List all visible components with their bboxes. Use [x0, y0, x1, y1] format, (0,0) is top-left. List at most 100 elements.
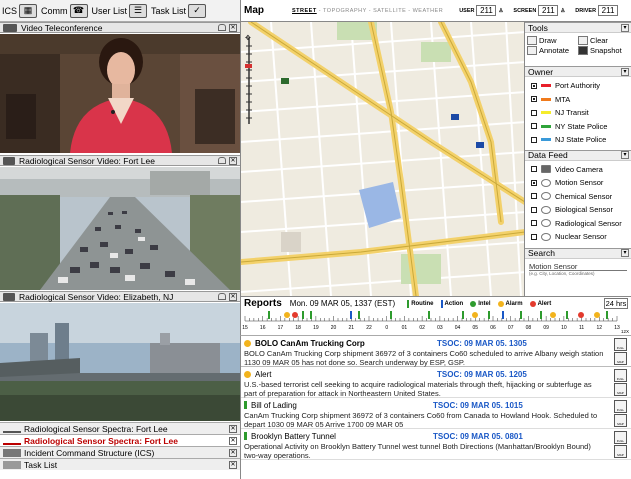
timeline-hour-label: 02 — [419, 325, 425, 331]
legend-alert[interactable]: Alert — [529, 300, 552, 307]
screen-field-value[interactable]: 211 — [538, 5, 559, 16]
draw-tool[interactable]: Draw — [527, 36, 578, 45]
chevron-down-icon[interactable]: ▾ — [621, 151, 629, 159]
chevron-down-icon[interactable]: ▾ — [621, 249, 629, 257]
close-icon[interactable]: ✕ — [229, 460, 237, 469]
task-list-item[interactable]: Task List ✕ — [0, 458, 240, 470]
fort-lee-video-frame — [0, 167, 240, 290]
feed-item[interactable]: Chemical Sensor — [525, 190, 631, 204]
lock-icon[interactable] — [218, 156, 226, 164]
owner-checkbox[interactable] — [531, 109, 537, 116]
hours-select[interactable]: 24 hrs — [604, 298, 628, 309]
report-item[interactable]: Bill of Lading TSOC: 09 MAR 05. 1015 Can… — [241, 398, 631, 429]
legend-action[interactable]: Action — [440, 299, 463, 308]
spectra-fort-lee-item-active[interactable]: Radiological Sensor Spectra: Fort Lee ✕ — [0, 434, 240, 446]
feed-item[interactable]: Biological Sensor — [525, 203, 631, 217]
legend-routine[interactable]: Routine — [407, 299, 434, 308]
owner-item[interactable]: MTA — [525, 93, 631, 107]
feed-checkbox[interactable] — [531, 220, 537, 227]
clear-tool[interactable]: Clear — [578, 36, 629, 45]
owner-checkbox[interactable] — [531, 96, 537, 103]
owner-header[interactable]: Owner ▾ — [525, 66, 631, 77]
map-type-street[interactable]: STREET — [292, 8, 317, 14]
legend-alarm[interactable]: Alarm — [497, 300, 523, 307]
map-type-topography[interactable]: TOPOGRAPHY — [323, 8, 367, 14]
feed-checkbox[interactable] — [531, 193, 537, 200]
comm-button[interactable]: Comm ☎ — [41, 3, 88, 18]
chevron-down-icon[interactable]: ▾ — [621, 23, 629, 32]
teleconference-video[interactable] — [0, 34, 240, 153]
feed-item[interactable]: Nuclear Sensor — [525, 230, 631, 244]
owner-checkbox[interactable] — [531, 136, 537, 143]
map-type-weather[interactable]: WEATHER — [413, 8, 444, 14]
zoom-slider[interactable]: ✥ — [244, 34, 252, 124]
owner-item[interactable]: NJ State Police — [525, 133, 631, 147]
map-report-icon[interactable]: MAP — [614, 352, 627, 365]
map-type-satellite[interactable]: SATELLITE — [373, 8, 406, 14]
timeline-event-bar — [540, 311, 542, 319]
annotate-tool[interactable]: Annotate — [527, 46, 578, 55]
full-report-icon[interactable]: FULL — [614, 431, 627, 444]
close-icon[interactable]: ✕ — [229, 448, 237, 457]
owner-label: MTA — [555, 94, 571, 104]
user-list-button[interactable]: User List ☰ — [92, 3, 148, 18]
feed-checkbox[interactable] — [531, 233, 537, 240]
feed-checkbox[interactable] — [531, 166, 537, 173]
spectra-fort-lee-item[interactable]: Radiological Sensor Spectra: Fort Lee ✕ — [0, 422, 240, 434]
feed-item[interactable]: Radiological Sensor — [525, 217, 631, 231]
tools-header[interactable]: Tools ▾ — [525, 22, 631, 33]
timeline-event-bar — [520, 311, 522, 319]
map-header: Map STREET - TOPOGRAPHY - SATELLITE - WE… — [240, 0, 631, 22]
full-report-icon[interactable]: FULL — [614, 400, 627, 413]
elizabeth-video[interactable] — [0, 303, 240, 421]
search-input[interactable]: Motion Sensor — [529, 262, 627, 271]
map-report-icon[interactable]: MAP — [614, 414, 627, 427]
feed-label: Radiological Sensor — [555, 218, 622, 228]
close-icon[interactable]: ✕ — [229, 424, 237, 433]
legend-label: Alert — [537, 300, 552, 307]
owner-checkbox[interactable] — [531, 82, 537, 89]
report-item[interactable]: Brooklyn Battery Tunnel TSOC: 09 MAR 05.… — [241, 429, 631, 460]
lock-icon[interactable] — [218, 23, 226, 31]
report-item[interactable]: Alert TSOC: 09 MAR 05. 1205 U.S.-based t… — [241, 367, 631, 398]
owner-checkbox[interactable] — [531, 123, 537, 130]
feed-item[interactable]: Video Camera — [525, 163, 631, 177]
color-swatch — [541, 97, 551, 101]
datafeed-header[interactable]: Data Feed ▾ — [525, 149, 631, 161]
timeline-hour-label: 18 — [295, 325, 301, 331]
report-timeline[interactable]: 15 16 17 18 19 20 21 22 0 01 02 03 04 05 06 07 08 09 10 11 1… — [240, 310, 631, 336]
close-icon[interactable]: ✕ — [229, 436, 237, 445]
snapshot-tool[interactable]: Snapshot — [578, 46, 629, 55]
map-report-icon[interactable]: MAP — [614, 383, 627, 396]
ics-structure-label: Incident Command Structure (ICS) — [24, 447, 155, 458]
driver-field-value[interactable]: 211 — [598, 5, 619, 16]
lock-icon[interactable] — [218, 292, 226, 300]
owner-title: Owner — [528, 66, 554, 77]
feed-item[interactable]: Motion Sensor — [525, 176, 631, 190]
task-list-button[interactable]: Task List ✓ — [151, 3, 207, 18]
phone-icon: ☎ — [69, 3, 88, 18]
owner-item[interactable]: NY State Police — [525, 120, 631, 134]
teleconference-video-frame — [0, 34, 240, 153]
ics-button[interactable]: ICS ▦ — [2, 3, 38, 18]
chevron-down-icon[interactable]: ▾ — [621, 67, 629, 76]
legend-intel[interactable]: Intel — [470, 300, 491, 307]
close-icon[interactable]: ✕ — [229, 156, 237, 165]
full-report-icon[interactable]: FULL — [614, 338, 627, 351]
map-report-icon[interactable]: MAP — [614, 445, 627, 458]
search-header[interactable]: Search ▾ — [525, 247, 631, 259]
report-item[interactable]: BOLO CanAm Trucking Corp TSOC: 09 MAR 05… — [241, 336, 631, 367]
full-report-icon[interactable]: FULL — [614, 369, 627, 382]
feed-checkbox[interactable] — [531, 179, 537, 186]
user-field-value[interactable]: 211 — [476, 5, 497, 16]
street-map[interactable]: ✥ — [240, 22, 524, 296]
task-list-item-label: Task List — [24, 459, 58, 470]
owner-item[interactable]: NJ Transit — [525, 106, 631, 120]
close-icon[interactable]: ✕ — [229, 23, 237, 32]
feed-checkbox[interactable] — [531, 206, 537, 213]
fort-lee-video[interactable] — [0, 167, 240, 290]
owner-item[interactable]: Port Authority — [525, 79, 631, 93]
close-icon[interactable]: ✕ — [229, 292, 237, 301]
ics-structure-item[interactable]: Incident Command Structure (ICS) ✕ — [0, 446, 240, 458]
color-swatch — [541, 138, 551, 142]
